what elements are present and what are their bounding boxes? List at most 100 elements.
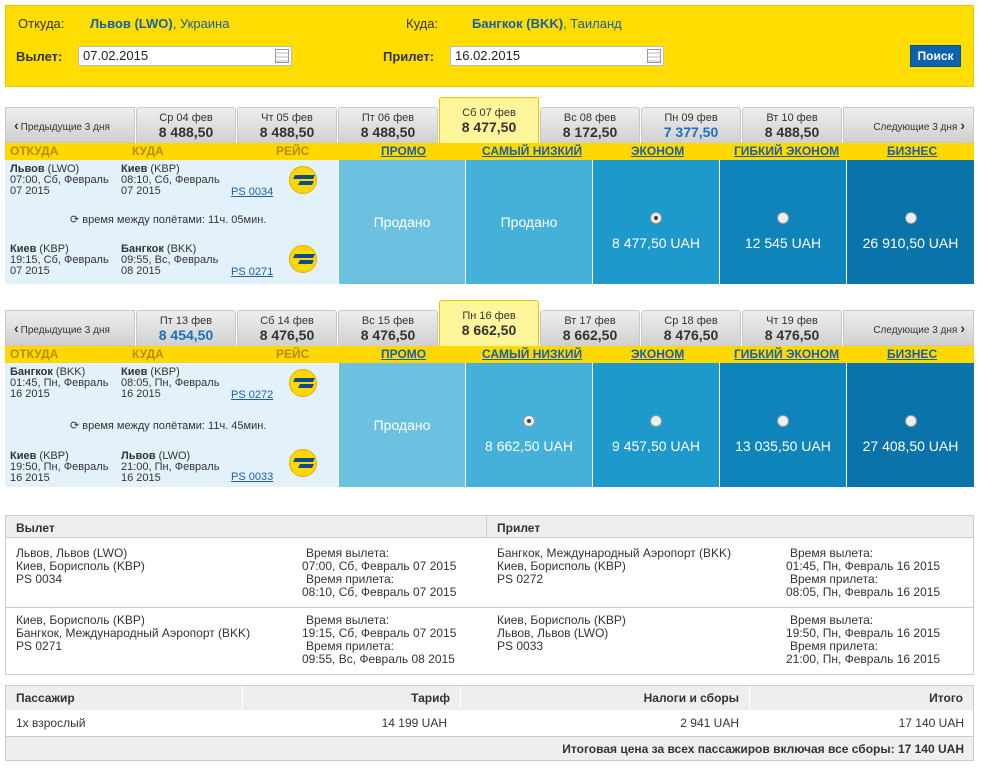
price-summary: Пассажир Тариф Налоги и сборы Итого 1x в… — [5, 685, 974, 761]
fare-radio[interactable] — [904, 212, 917, 224]
fare-promo: Продано — [339, 363, 465, 487]
next-days-button[interactable]: Следующие 3 дня › — [843, 310, 974, 346]
flight-number-link[interactable]: PS 0271 — [231, 267, 273, 278]
fare-radio[interactable] — [777, 212, 789, 224]
date-tab[interactable]: Ср 18 фев 8 476,50 — [641, 310, 741, 346]
date-tab[interactable]: Чт 05 фев 8 488,50 — [237, 107, 337, 143]
grand-total: Итоговая цена за всех пассажиров включая… — [6, 736, 973, 760]
arr-segment-2: Киев, Борисполь (KBP) Львов, Львов (LWO) P… — [497, 613, 626, 653]
fare-value: 14 199 UAH — [381, 716, 447, 730]
next-days-button[interactable]: Следующие 3 дня › — [843, 107, 974, 143]
prev-days-button[interactable]: ‹ Предыдущие 3 дня — [5, 107, 135, 143]
date-tab[interactable]: Чт 19 фев 8 476,50 — [742, 310, 842, 346]
date-tab-selected[interactable]: Сб 07 фев 8 477,50 — [439, 97, 539, 143]
return-date-field[interactable]: 16.02.2015 — [450, 46, 664, 66]
taxes-value: 2 941 UAH — [680, 716, 739, 730]
from-label: Откуда: — [18, 16, 65, 31]
col-to: КУДА — [132, 144, 164, 158]
col-lowest-link[interactable]: САМЫЙ НИЗКИЙ — [482, 144, 582, 158]
fare-header: ОТКУДА КУДА РЕЙС ПРОМО САМЫЙ НИЗКИЙ ЭКОН… — [5, 346, 974, 363]
passenger-header: Пассажир — [6, 686, 243, 710]
search-button[interactable]: Поиск — [910, 45, 961, 67]
dep-segment-2: Киев, Борисполь (KBP) Бангкок, Международ… — [16, 613, 251, 653]
date-tab-selected[interactable]: Пн 16 фев 8 662,50 — [439, 300, 539, 346]
arrival-header: Прилет — [487, 516, 973, 538]
date-tab[interactable]: Вт 17 фев 8 662,50 — [540, 310, 640, 346]
col-from: ОТКУДА — [10, 144, 59, 158]
fare-flex[interactable]: 13 035,50 UAH — [720, 363, 846, 487]
fare-radio-selected[interactable] — [523, 415, 535, 427]
date-tab[interactable]: Вс 15 фев 8 476,50 — [338, 310, 438, 346]
calendar-icon[interactable] — [275, 49, 289, 63]
fare-radio-selected[interactable] — [650, 212, 662, 224]
col-lowest-link[interactable]: САМЫЙ НИЗКИЙ — [482, 347, 582, 361]
dep-segment-1: Львов, Львов (LWO) Киев, Борисполь (KBP) P… — [16, 546, 145, 586]
taxes-header: Налоги и сборы — [461, 686, 750, 710]
flight-number-link[interactable]: PS 0272 — [231, 390, 273, 401]
flight-number-link[interactable]: PS 0034 — [231, 187, 273, 198]
total-header: Итого — [750, 686, 973, 710]
refresh-icon: ⟳ — [70, 420, 80, 432]
col-flex-link[interactable]: ГИБКИЙ ЭКОНОМ — [734, 347, 839, 361]
fare-business[interactable]: 26 910,50 UAH — [847, 160, 974, 284]
fare-radio[interactable] — [650, 415, 662, 427]
inbound-block: ‹ Предыдущие 3 дня Пт 13 фев 8 454,50 Сб 1… — [5, 300, 974, 487]
to-label: Куда: — [406, 16, 439, 31]
arr-segment-2-times: Время вылета: 19:50, Пн, Февраль 16 2015 В… — [786, 613, 941, 666]
outbound-block: ‹ Предыдущие 3 дня Ср 04 фев 8 488,50 Чт 0… — [5, 97, 974, 284]
col-from: ОТКУДА — [10, 347, 59, 361]
airline-logo-icon — [289, 245, 317, 273]
prev-days-button[interactable]: ‹ Предыдущие 3 дня — [5, 310, 135, 346]
outbound-fares: Львов (LWO) 07:00, Сб, Февраль 07 2015 Кие… — [5, 160, 974, 284]
dep-segment-2-times: Время вылета: 19:15, Сб, Февраль 07 2015 В… — [302, 613, 457, 666]
date-tab[interactable]: Пт 06 фев 8 488,50 — [338, 107, 438, 143]
col-to: КУДА — [132, 347, 164, 361]
date-tab[interactable]: Вс 08 фев 8 172,50 — [540, 107, 640, 143]
fare-promo: Продано — [339, 160, 465, 284]
outbound-date-tabs: ‹ Предыдущие 3 дня Ср 04 фев 8 488,50 Чт 0… — [5, 97, 974, 143]
fare-flex[interactable]: 12 545 UAH — [720, 160, 846, 284]
fare-economy[interactable]: 9 457,50 UAH — [593, 363, 719, 487]
return-label: Прилет: — [383, 49, 435, 64]
passenger-type: 1x взрослый — [16, 716, 86, 730]
fare-economy[interactable]: 8 477,50 UAH — [593, 160, 719, 284]
date-tab[interactable]: Сб 14 фев 8 476,50 — [237, 310, 337, 346]
depart-date-field[interactable]: 07.02.2015 — [78, 46, 292, 66]
col-business-link[interactable]: БИЗНЕС — [887, 347, 937, 361]
fare-header: ОТКУДА КУДА РЕЙС ПРОМО САМЫЙ НИЗКИЙ ЭКОН… — [5, 143, 974, 160]
departure-header: Вылет — [6, 516, 487, 538]
fare-radio[interactable] — [777, 415, 789, 427]
inbound-date-tabs: ‹ Предыдущие 3 дня Пт 13 фев 8 454,50 Сб 1… — [5, 300, 974, 346]
fare-business[interactable]: 27 408,50 UAH — [847, 363, 974, 487]
date-tab[interactable]: Ср 04 фев 8 488,50 — [136, 107, 236, 143]
fare-header-col: Тариф — [243, 686, 461, 710]
col-flight: РЕЙС — [276, 347, 310, 361]
col-promo-link[interactable]: ПРОМО — [381, 347, 426, 361]
date-tab[interactable]: Вт 10 фев 8 488,50 — [742, 107, 842, 143]
airline-logo-icon — [289, 449, 317, 477]
date-tab[interactable]: Пн 09 фев 7 377,50 — [641, 107, 741, 143]
col-flex-link[interactable]: ГИБКИЙ ЭКОНОМ — [734, 144, 839, 158]
col-economy-link[interactable]: ЭКОНОМ — [631, 347, 684, 361]
fare-lowest: Продано — [466, 160, 592, 284]
dep-segment-1-times: Время вылета: 07:00, Сб, Февраль 07 2015 В… — [302, 546, 457, 599]
col-business-link[interactable]: БИЗНЕС — [887, 144, 937, 158]
inbound-fares: Бангкок (BKK) 01:45, Пн, Февраль 16 2015 К… — [5, 363, 974, 487]
arr-segment-1-times: Время вылета: 01:45, Пн, Февраль 16 2015 В… — [786, 546, 941, 599]
date-tab[interactable]: Пт 13 фев 8 454,50 — [136, 310, 236, 346]
outbound-segments: Львов (LWO) 07:00, Сб, Февраль 07 2015 Кие… — [5, 160, 338, 284]
layover-info: ⟳ время между полётами: 11ч. 45мин. — [70, 420, 267, 432]
flight-number-link[interactable]: PS 0033 — [231, 472, 273, 483]
layover-info: ⟳ время между полётами: 11ч. 05мин. — [70, 214, 267, 226]
to-city[interactable]: Бангкок (BKK), Таиланд — [472, 16, 622, 31]
fare-lowest[interactable]: 8 662,50 UAH — [466, 363, 592, 487]
arr-segment-1: Бангкок, Международный Аэропорт (BKK) Кие… — [497, 546, 732, 586]
from-city[interactable]: Львов (LWO), Украина — [90, 16, 229, 31]
col-promo-link[interactable]: ПРОМО — [381, 144, 426, 158]
itinerary-details: Вылет Прилет Львов, Львов (LWO) Киев, Бор… — [5, 515, 974, 675]
fare-radio[interactable] — [904, 415, 917, 427]
calendar-icon[interactable] — [647, 49, 661, 63]
col-economy-link[interactable]: ЭКОНОМ — [631, 144, 684, 158]
depart-label: Вылет: — [16, 49, 63, 64]
refresh-icon: ⟳ — [70, 214, 80, 226]
